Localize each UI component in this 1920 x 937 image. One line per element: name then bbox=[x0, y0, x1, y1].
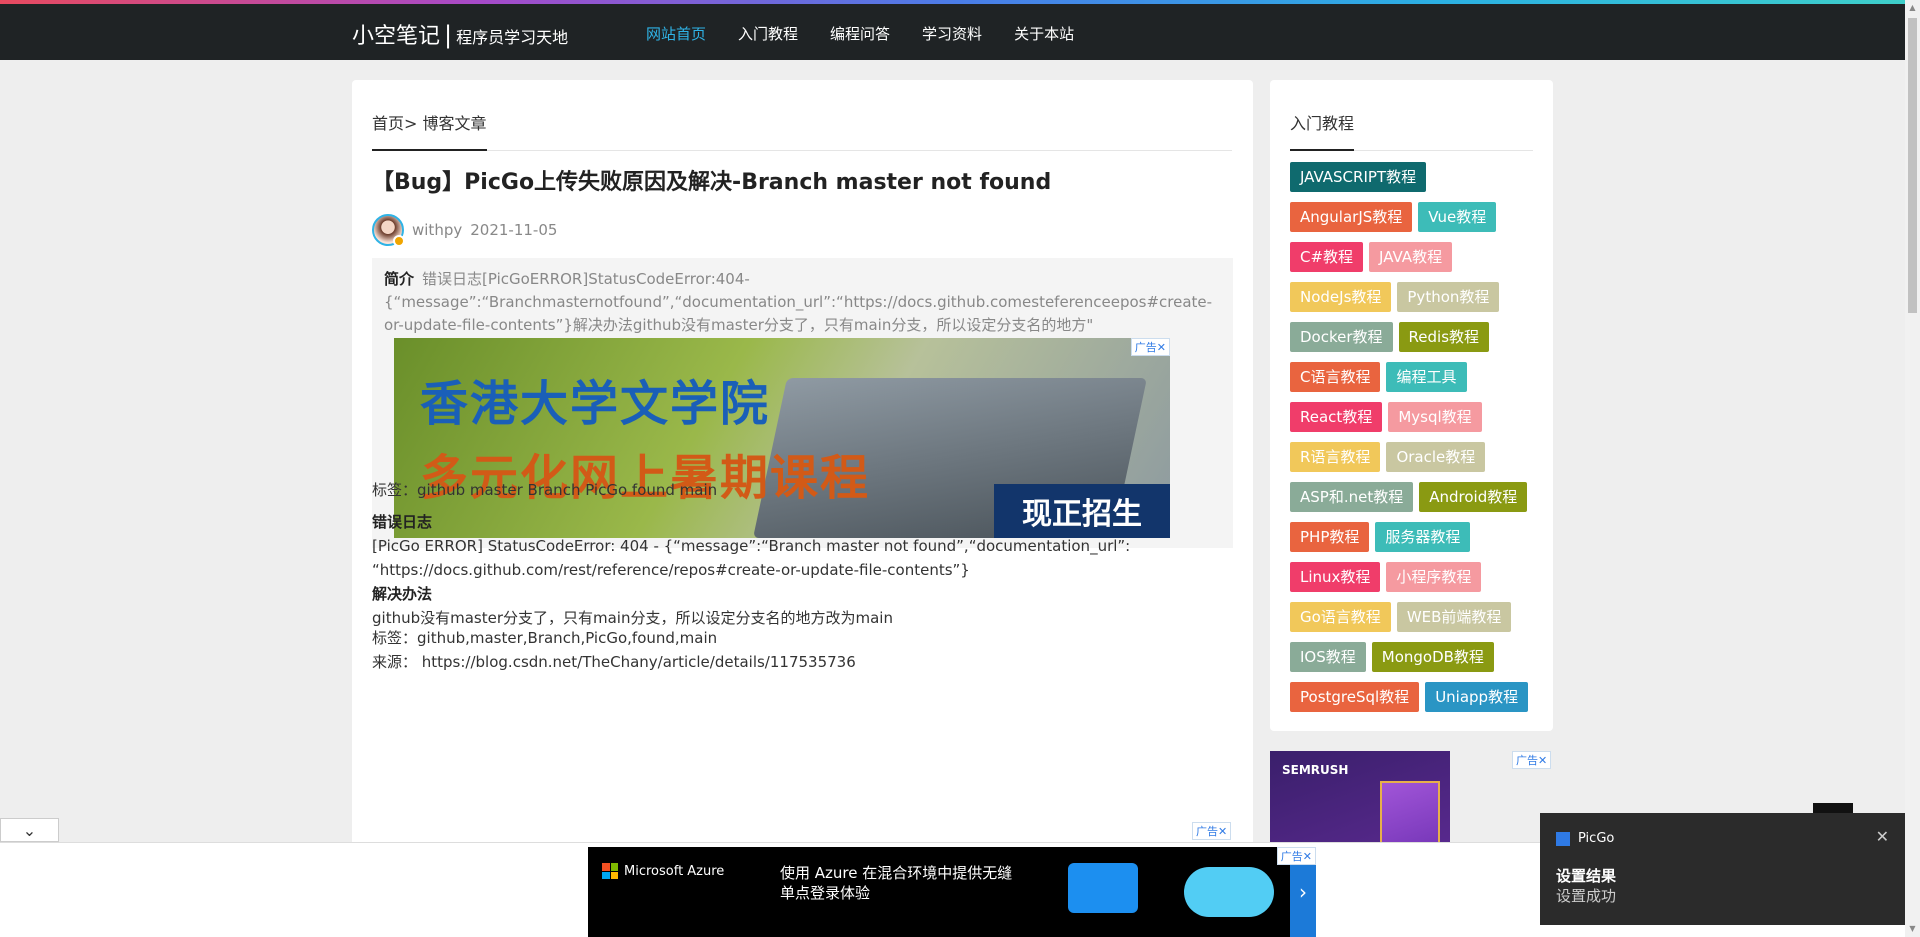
scrollbar-thumb[interactable] bbox=[1908, 18, 1917, 313]
tutorial-tag[interactable]: 小程序教程 bbox=[1386, 562, 1482, 592]
error-heading: 错误日志 bbox=[372, 513, 433, 531]
tutorial-tag[interactable]: R语言教程 bbox=[1290, 442, 1381, 472]
azure-ad[interactable]: Microsoft Azure 使用 Azure 在混合环境中提供无缝单点登录体… bbox=[588, 847, 1316, 937]
tutorial-tag[interactable]: Oracle教程 bbox=[1386, 442, 1486, 472]
cloud-illustration-icon bbox=[1068, 863, 1138, 913]
tutorial-tags: JAVASCRIPT教程 AngularJS教程 Vue教程 C#教程 JAVA教程 No… bbox=[1290, 162, 1540, 712]
scroll-up-icon[interactable]: ▲ bbox=[1908, 3, 1917, 13]
azure-copy: 使用 Azure 在混合环境中提供无缝单点登录体验 bbox=[780, 864, 1013, 902]
tutorial-tag[interactable]: Python教程 bbox=[1397, 282, 1500, 312]
breadcrumb: 首页> 博客文章 bbox=[372, 110, 1232, 151]
windows-logo-icon bbox=[602, 863, 618, 879]
error-line-1: [PicGo ERROR] StatusCodeError: 404 - {“m… bbox=[372, 537, 1131, 555]
toast-message: 设置成功 bbox=[1556, 887, 1617, 905]
error-line-2: “https://docs.github.com/rest/reference/… bbox=[372, 561, 970, 579]
tags-line-2: 标签：github,master,Branch,PicGo,found,main bbox=[372, 629, 718, 647]
footer-block: 标签：github,master,Branch,PicGo,found,main… bbox=[372, 626, 1232, 674]
tutorial-tag[interactable]: Uniapp教程 bbox=[1425, 682, 1529, 712]
publish-date: 2021-11-05 bbox=[470, 221, 558, 239]
tags-line: 标签：github master Branch PicGo found main bbox=[372, 481, 718, 499]
collapse-chevron-icon[interactable]: ⌄ bbox=[0, 818, 59, 842]
nav-qa[interactable]: 编程问答 bbox=[830, 23, 890, 44]
tutorial-tag[interactable]: C语言教程 bbox=[1290, 362, 1381, 392]
bottom-ad-close-icon[interactable]: 广告✕ bbox=[1276, 847, 1316, 865]
nav-about[interactable]: 关于本站 bbox=[1014, 23, 1074, 44]
site-brand[interactable]: 小空笔记 | 程序员学习天地 bbox=[352, 18, 568, 50]
tutorial-tag[interactable]: Mysql教程 bbox=[1388, 402, 1482, 432]
tutorial-tag[interactable]: 编程工具 bbox=[1386, 362, 1467, 392]
toast-app-name: PicGo bbox=[1578, 831, 1615, 846]
summary-label: 简介 bbox=[384, 270, 415, 288]
tutorial-tag[interactable]: JAVASCRIPT教程 bbox=[1290, 162, 1427, 192]
brand-subtitle: 程序员学习天地 bbox=[456, 28, 569, 47]
author-name[interactable]: withpy bbox=[412, 221, 462, 239]
hku-ad-banner[interactable]: 香港大学文学院 多元化网上暑期课程 现正招生 广告✕ bbox=[394, 338, 1170, 538]
tutorial-tag[interactable]: JAVA教程 bbox=[1369, 242, 1453, 272]
tutorial-tag[interactable]: NodeJs教程 bbox=[1290, 282, 1392, 312]
fix-heading: 解决办法 bbox=[372, 585, 433, 603]
side-ad-close-icon[interactable]: 广告✕ bbox=[1512, 751, 1552, 769]
cloud-illustration-icon-2 bbox=[1184, 867, 1274, 917]
inline-ad-close-icon[interactable]: 广告✕ bbox=[1192, 822, 1232, 840]
article-title: 【Bug】PicGo上传失败原因及解决-Branch master not fo… bbox=[372, 170, 1052, 195]
tutorial-tag[interactable]: MongoDB教程 bbox=[1371, 642, 1494, 672]
breadcrumb-home[interactable]: 首页> bbox=[372, 114, 417, 133]
toast-title: 设置结果 bbox=[1556, 867, 1617, 885]
sidebar-heading: 入门教程 bbox=[1290, 110, 1533, 151]
main-menu: 网站首页 入门教程 编程问答 学习资料 关于本站 bbox=[646, 23, 1074, 44]
semrush-logo: SEMRUSH bbox=[1282, 763, 1349, 777]
summary-text: 错误日志[PicGoERROR]StatusCodeError:404-{“me… bbox=[384, 270, 1213, 334]
tutorial-tag[interactable]: PostgreSql教程 bbox=[1290, 682, 1420, 712]
tutorial-tag[interactable]: C#教程 bbox=[1290, 242, 1364, 272]
ad-headline: 香港大学文学院 bbox=[420, 376, 771, 432]
tutorial-tag[interactable]: WEB前端教程 bbox=[1396, 602, 1512, 632]
brand-name: 小空笔记 bbox=[352, 24, 441, 49]
brand-separator: | bbox=[444, 21, 453, 49]
tutorial-tag[interactable]: Linux教程 bbox=[1290, 562, 1381, 592]
article-meta: withpy 2021-11-05 bbox=[372, 214, 558, 247]
breadcrumb-current: 博客文章 bbox=[422, 114, 487, 133]
source-link[interactable]: 来源： https://blog.csdn.net/TheChany/artic… bbox=[372, 650, 1232, 674]
tutorial-tag[interactable]: 服务器教程 bbox=[1375, 522, 1471, 552]
tutorial-tag[interactable]: Android教程 bbox=[1419, 482, 1528, 512]
tutorial-tag[interactable]: React教程 bbox=[1290, 402, 1383, 432]
tutorial-tag[interactable]: ASP和.net教程 bbox=[1290, 482, 1414, 512]
tutorial-tag[interactable]: IOS教程 bbox=[1290, 642, 1366, 672]
tutorial-tag[interactable]: Docker教程 bbox=[1290, 322, 1393, 352]
tutorial-tag[interactable]: Redis教程 bbox=[1398, 322, 1490, 352]
scroll-down-icon[interactable]: ▼ bbox=[1908, 924, 1917, 934]
author-avatar[interactable] bbox=[372, 214, 405, 247]
error-log-block: 错误日志 [PicGo ERROR] StatusCodeError: 404 … bbox=[372, 510, 1232, 630]
picgo-notification[interactable]: PicGo ✕ 设置结果 设置成功 bbox=[1540, 813, 1905, 925]
article-panel: 首页> 博客文章 【Bug】PicGo上传失败原因及解决-Branch mast… bbox=[352, 80, 1253, 937]
tutorial-tag[interactable]: Go语言教程 bbox=[1290, 602, 1391, 632]
verified-badge-icon bbox=[393, 235, 405, 247]
nav-tutorials[interactable]: 入门教程 bbox=[738, 23, 798, 44]
microsoft-logo: Microsoft Azure bbox=[602, 863, 724, 879]
toast-app: PicGo bbox=[1556, 831, 1614, 846]
nav-resources[interactable]: 学习资料 bbox=[922, 23, 982, 44]
toast-close-icon[interactable]: ✕ bbox=[1876, 827, 1889, 846]
ad-close-icon[interactable]: 广告✕ bbox=[1130, 338, 1170, 356]
tutorial-tag[interactable]: PHP教程 bbox=[1290, 522, 1370, 552]
sidebar-tutorials: 入门教程 JAVASCRIPT教程 AngularJS教程 Vue教程 C#教程 JAV… bbox=[1270, 80, 1553, 731]
azure-brand: Microsoft Azure bbox=[624, 863, 725, 879]
page-scrollbar[interactable]: ▲ ▼ bbox=[1905, 0, 1920, 937]
tutorial-tag[interactable]: AngularJS教程 bbox=[1290, 202, 1413, 232]
top-navigation: 小空笔记 | 程序员学习天地 网站首页 入门教程 编程问答 学习资料 关于本站 bbox=[0, 4, 1920, 60]
nav-home[interactable]: 网站首页 bbox=[646, 23, 706, 44]
tutorial-tag[interactable]: Vue教程 bbox=[1418, 202, 1497, 232]
picgo-app-icon bbox=[1556, 831, 1570, 846]
